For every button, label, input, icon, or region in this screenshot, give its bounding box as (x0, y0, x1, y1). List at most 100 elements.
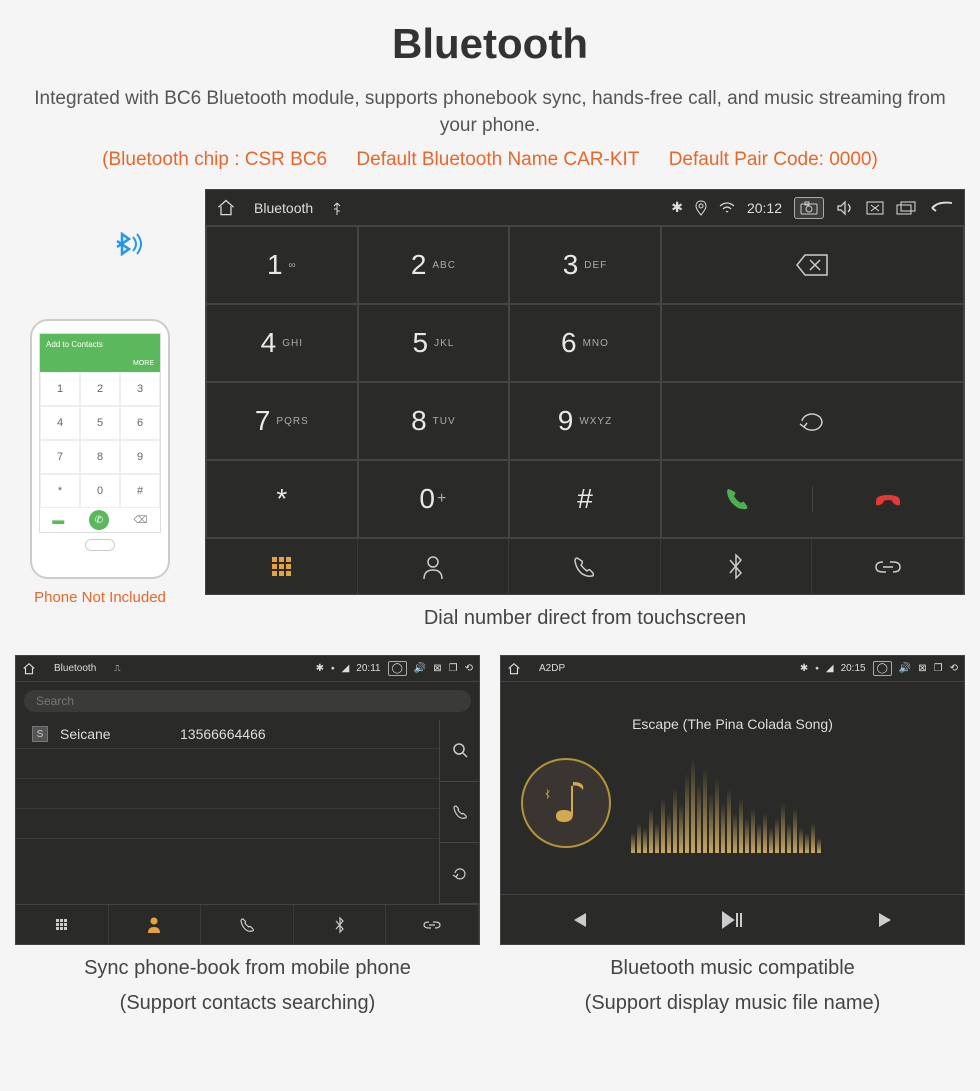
key-3[interactable]: 3DEF (509, 226, 661, 304)
key-hash[interactable]: # (509, 460, 661, 538)
contact-badge: S (32, 726, 48, 742)
tab-bluetooth[interactable] (661, 539, 813, 594)
bluetooth-icon (727, 553, 745, 581)
dialer-screen: Bluetooth ✱ 20:12 1∞ 2 (205, 189, 965, 595)
key-star[interactable]: * (206, 460, 358, 538)
back-icon[interactable]: ⟲ (465, 663, 473, 674)
volume-icon[interactable] (836, 200, 854, 216)
phonebook-screen: Bluetooth ⎍ ✱ ⬩ ◢ 20:11 ◯ 🔊 ⊠ ❐ ⟲ (15, 655, 480, 945)
contact-number: 13566664466 (180, 726, 266, 742)
contact-row[interactable]: S Seicane 13566664466 (16, 720, 439, 749)
dialpad-icon (272, 557, 291, 576)
status-time-music: 20:15 (841, 663, 866, 674)
search-button[interactable] (440, 720, 479, 781)
tab-contacts[interactable] (358, 539, 510, 594)
page-subtitle: Integrated with BC6 Bluetooth module, su… (15, 86, 965, 139)
empty-cell (661, 304, 964, 382)
call-action[interactable] (440, 782, 479, 843)
music-caption1: Bluetooth music compatible (500, 957, 965, 980)
key-4[interactable]: 4GHI (206, 304, 358, 382)
person-icon (146, 916, 162, 934)
bluetooth-icon: ✱ (671, 199, 683, 216)
contact-list: S Seicane 13566664466 (16, 720, 439, 904)
key-8[interactable]: 8TUV (358, 382, 510, 460)
key-7[interactable]: 7PQRS (206, 382, 358, 460)
bluetooth-icon (334, 916, 346, 934)
tab-link[interactable] (386, 905, 479, 944)
volume-icon[interactable]: 🔊 (899, 663, 911, 674)
key-6[interactable]: 6MNO (509, 304, 661, 382)
close-box-icon[interactable] (866, 201, 884, 215)
sync-action[interactable] (440, 843, 479, 904)
key-9[interactable]: 9WXYZ (509, 382, 661, 460)
key-1[interactable]: 1∞ (206, 226, 358, 304)
tab-dialpad[interactable] (206, 539, 358, 594)
call-buttons (661, 460, 964, 538)
status-bar-pb: Bluetooth ⎍ ✱ ⬩ ◢ 20:11 ◯ 🔊 ⊠ ❐ ⟲ (16, 656, 479, 682)
pb-caption1: Sync phone-book from mobile phone (15, 957, 480, 980)
windows-icon[interactable] (896, 201, 916, 215)
page-title: Bluetooth (15, 20, 965, 68)
close-box-icon[interactable]: ⊠ (433, 663, 441, 674)
status-bar: Bluetooth ✱ 20:12 (206, 190, 964, 226)
back-icon[interactable]: ⟲ (950, 663, 958, 674)
phone-menu: MORE (40, 354, 160, 372)
call-button[interactable] (662, 486, 813, 512)
key-5[interactable]: 5JKL (358, 304, 510, 382)
backspace-button[interactable] (661, 226, 964, 304)
tab-dialpad[interactable] (16, 905, 109, 944)
specs-line: (Bluetooth chip : CSR BC6 Default Blueto… (15, 149, 965, 171)
key-0[interactable]: 0+ (358, 460, 510, 538)
usb-icon (331, 200, 343, 216)
status-title-pb: Bluetooth (54, 663, 96, 674)
prev-button[interactable] (568, 911, 588, 929)
next-button[interactable] (877, 911, 897, 929)
player-controls (501, 894, 964, 944)
phone-icon (239, 917, 255, 933)
play-pause-button[interactable] (721, 911, 743, 929)
back-icon[interactable] (928, 200, 954, 216)
camera-icon[interactable]: ◯ (388, 661, 407, 676)
camera-icon[interactable] (794, 197, 824, 219)
wifi-icon: ◢ (826, 663, 834, 674)
home-icon[interactable] (22, 662, 36, 676)
tab-link[interactable] (812, 539, 964, 594)
close-box-icon[interactable]: ⊠ (918, 663, 926, 674)
key-2[interactable]: 2ABC (358, 226, 510, 304)
location-icon (695, 200, 707, 216)
pb-caption2: (Support contacts searching) (15, 992, 480, 1015)
home-icon[interactable] (216, 198, 236, 218)
link-icon (874, 558, 902, 576)
phone-illustration: Add to Contacts MORE 123 456 789 *0# ▬ ✆… (15, 189, 185, 606)
phone-caption: Phone Not Included (15, 589, 185, 606)
album-art-icon (521, 758, 611, 848)
tab-calls[interactable] (509, 539, 661, 594)
empty-row (16, 839, 439, 869)
tab-contacts[interactable] (109, 905, 202, 944)
side-actions (439, 720, 479, 904)
empty-row (16, 809, 439, 839)
spec-pair: Default Pair Code: 0000) (669, 149, 878, 170)
phone-header: Add to Contacts (40, 334, 160, 354)
windows-icon[interactable]: ❐ (934, 663, 943, 674)
status-bar-music: A2DP ✱ ⬩ ◢ 20:15 ◯ 🔊 ⊠ ❐ ⟲ (501, 656, 964, 682)
spec-chip: (Bluetooth chip : CSR BC6 (102, 149, 327, 170)
redial-button[interactable] (661, 382, 964, 460)
dialpad-icon (56, 919, 67, 930)
tab-calls[interactable] (201, 905, 294, 944)
wifi-icon (719, 202, 735, 214)
search-input[interactable] (24, 690, 471, 712)
link-icon (423, 919, 441, 931)
bluetooth-signal-icon (105, 229, 185, 279)
status-time-pb: 20:11 (356, 663, 380, 674)
hangup-button[interactable] (813, 489, 963, 509)
home-icon[interactable] (507, 662, 521, 676)
status-time: 20:12 (747, 200, 782, 216)
volume-icon[interactable]: 🔊 (414, 663, 426, 674)
camera-icon[interactable]: ◯ (873, 661, 892, 676)
windows-icon[interactable]: ❐ (449, 663, 458, 674)
location-icon: ⬩ (815, 663, 819, 674)
tab-bluetooth[interactable] (294, 905, 387, 944)
wifi-icon: ◢ (342, 663, 350, 674)
person-icon (421, 554, 445, 580)
